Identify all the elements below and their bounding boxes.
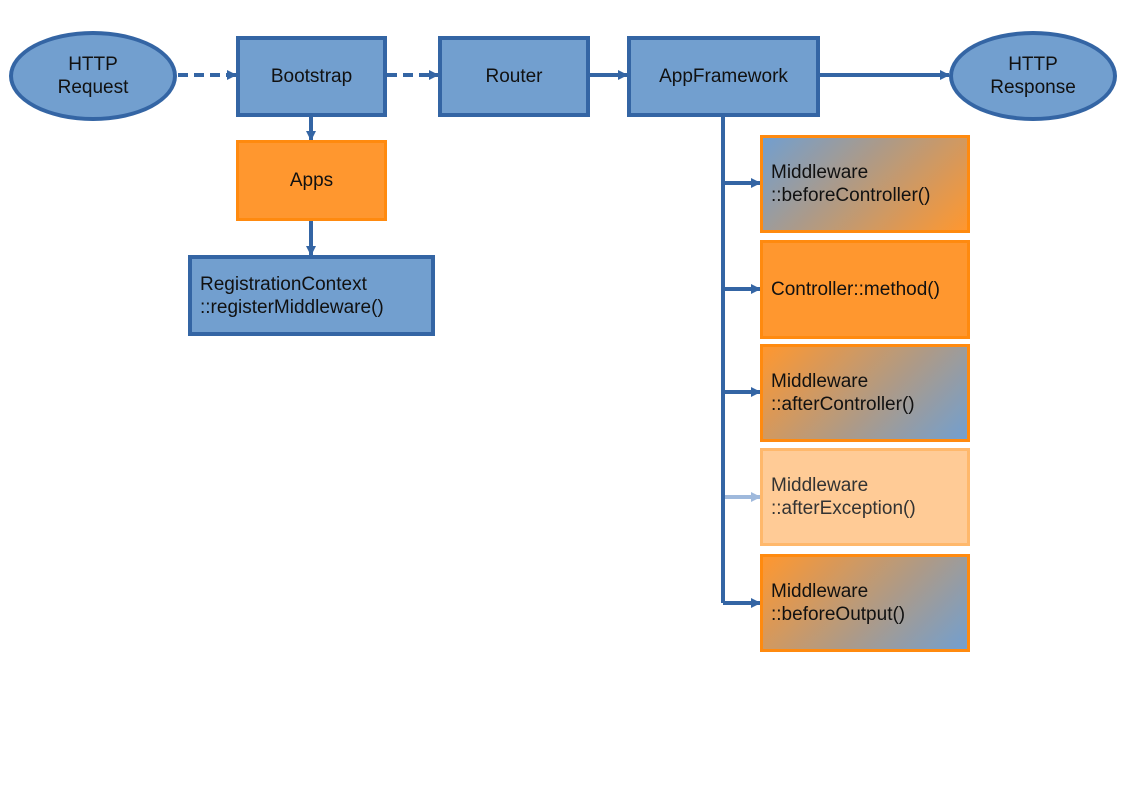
http-request-node: HTTP Request [9, 31, 177, 121]
controller-method-node: Controller::method() [760, 240, 970, 339]
http-request-line2: Request [57, 77, 129, 98]
before-controller-node: Middleware ::beforeController() [760, 135, 970, 233]
before-controller-line1: Middleware [771, 162, 869, 183]
after-exception-line2: ::afterException() [771, 498, 916, 519]
http-response-node: HTTP Response [949, 31, 1117, 121]
after-controller-line1: Middleware [771, 371, 869, 392]
after-controller-line2: ::afterController() [771, 394, 915, 415]
bootstrap-label: Bootstrap [270, 66, 353, 87]
controller-method-label: Controller::method() [771, 279, 940, 300]
before-output-node: Middleware ::beforeOutput() [760, 554, 970, 652]
after-exception-node: Middleware ::afterException() [760, 448, 970, 546]
http-response-line1: HTTP [1008, 54, 1058, 75]
before-output-line2: ::beforeOutput() [771, 604, 906, 625]
appframework-node: AppFramework [627, 36, 820, 117]
http-response-line2: Response [990, 77, 1076, 98]
router-node: Router [438, 36, 590, 117]
after-controller-node: Middleware ::afterController() [760, 344, 970, 442]
registration-context-node: RegistrationContext ::registerMiddleware… [188, 255, 435, 336]
router-label: Router [485, 66, 543, 87]
before-controller-line2: ::beforeController() [771, 185, 931, 206]
http-request-line1: HTTP [68, 54, 118, 75]
registration-line2: ::registerMiddleware() [200, 296, 384, 318]
after-exception-line1: Middleware [771, 475, 869, 496]
apps-label: Apps [289, 170, 334, 191]
appframework-label: AppFramework [659, 66, 788, 87]
registration-line1: RegistrationContext [200, 273, 367, 295]
apps-node: Apps [236, 140, 387, 221]
before-output-line1: Middleware [771, 581, 869, 602]
bootstrap-node: Bootstrap [236, 36, 387, 117]
